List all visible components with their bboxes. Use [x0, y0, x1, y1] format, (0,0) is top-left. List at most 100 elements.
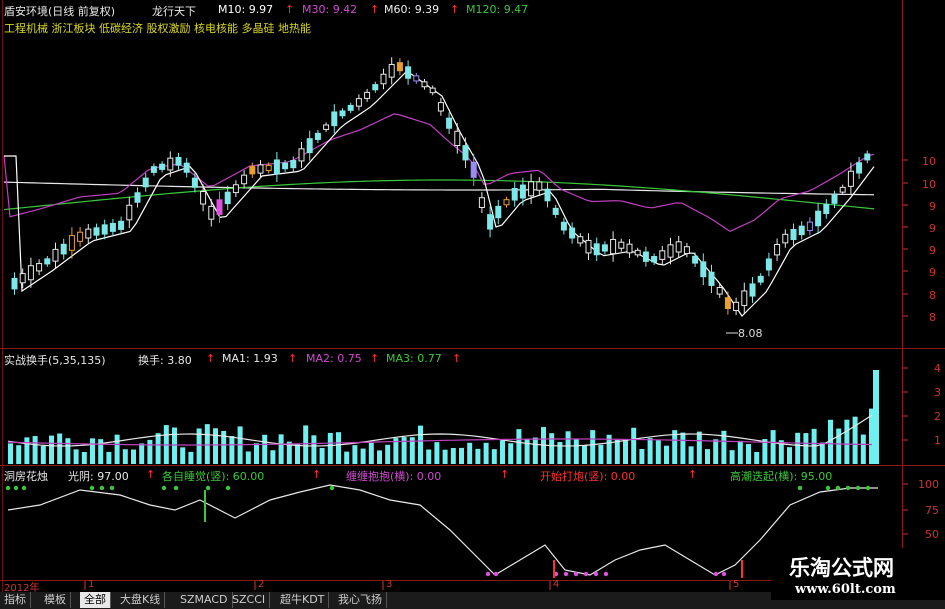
candle-body — [667, 244, 674, 258]
candle-body — [618, 241, 625, 249]
candle-body — [741, 290, 748, 306]
candle-body — [700, 261, 707, 278]
volume-bar — [385, 444, 391, 464]
candle-body — [839, 186, 846, 193]
candle-body — [528, 181, 535, 197]
candle-body — [610, 238, 617, 255]
candle-body — [593, 243, 600, 256]
volume-bar — [483, 442, 489, 464]
volume-bar — [491, 449, 497, 464]
candle-body — [601, 244, 608, 252]
volume-axis-label: 3 — [934, 386, 941, 399]
gaochaodieqi-value: 高潮迭起(横): 95.00 — [730, 470, 833, 483]
price-chart[interactable] — [0, 0, 945, 609]
volume-bar — [582, 444, 587, 464]
signal-dot — [161, 485, 167, 491]
signal-dot — [205, 485, 211, 491]
volume-bar — [188, 451, 194, 464]
concept-tags: 工程机械 浙江板块 低碳经济 股权激励 核电核能 多晶硅 地热能 — [4, 22, 311, 35]
volume-bar — [122, 449, 128, 464]
low-price-label: 8.08 — [738, 327, 763, 340]
signal-dot — [173, 485, 179, 491]
signal-dot — [845, 485, 851, 491]
candle-body — [774, 244, 781, 256]
signal-dot — [21, 485, 27, 491]
ma60-arrow-icon: ↑ — [450, 3, 460, 16]
date-axis-line — [0, 580, 902, 581]
candle-body — [347, 104, 354, 111]
date-axis-label: 1 — [88, 579, 95, 590]
ma2-arrow-icon: ↑ — [370, 352, 380, 365]
tab-index-kline[interactable]: 大盘K线 — [116, 592, 166, 608]
volume-bar — [803, 433, 809, 464]
volume-bar — [106, 451, 112, 464]
volume-bar — [475, 448, 481, 464]
tab-szmacd[interactable]: SZMACD — [176, 592, 233, 608]
volume-bar — [467, 442, 473, 464]
volume-bar — [8, 443, 13, 464]
candle-body — [651, 256, 658, 263]
candle-body — [478, 197, 485, 208]
volume-bar — [131, 449, 136, 464]
tab-indicator[interactable]: 指标 — [0, 592, 31, 608]
signal-dot — [13, 485, 19, 491]
stock-title: 盾安环境(日线 前复权) — [4, 5, 116, 18]
volume-bar — [368, 442, 374, 464]
candle-body — [101, 224, 108, 235]
left-border — [2, 0, 3, 592]
tab-woxinfeiyang[interactable]: 我心飞扬 — [334, 592, 387, 608]
signal-dot — [5, 485, 11, 491]
signal-dot — [109, 485, 115, 491]
candle-body — [823, 203, 830, 214]
candle-body — [462, 145, 469, 161]
volume-bar — [139, 443, 145, 464]
tab-szcci[interactable]: SZCCI — [228, 592, 271, 608]
ma3-value: MA3: 0.77 — [386, 352, 442, 365]
signal-dot — [721, 571, 727, 577]
volume-axis-label: 1 — [934, 434, 941, 447]
volume-bar — [508, 443, 514, 464]
volume-bar — [377, 450, 382, 464]
volume-bar — [672, 430, 678, 464]
candle-body — [552, 207, 559, 215]
tab-template[interactable]: 模板 — [40, 592, 71, 608]
candle-body — [306, 138, 313, 154]
candle-body — [159, 163, 166, 170]
tab-all[interactable]: 全部 — [80, 592, 111, 608]
tab-kdt[interactable]: 超牛KDT — [276, 592, 330, 608]
candle-body — [470, 161, 477, 178]
volume-bar — [352, 445, 358, 464]
signal-dot — [573, 571, 579, 577]
signal-dot — [99, 485, 105, 491]
volume-bar — [213, 428, 218, 464]
date-axis-label: 3 — [386, 579, 393, 590]
volume-bar — [819, 442, 825, 464]
volume-bar — [418, 425, 423, 464]
candle-body — [93, 227, 100, 236]
ma2-value: MA2: 0.75 — [306, 352, 362, 365]
candle-body — [659, 250, 666, 260]
candle-body — [536, 181, 543, 191]
volume-bar — [344, 451, 350, 464]
candle-body — [36, 263, 43, 272]
signal-dot — [493, 571, 499, 577]
volume-bar — [278, 434, 284, 464]
volume-bar — [114, 434, 120, 464]
volume-bar — [590, 430, 596, 464]
candle-body — [150, 166, 157, 173]
candle-body — [339, 110, 346, 117]
candle-body — [437, 102, 444, 112]
candle-body — [585, 239, 592, 254]
volume-bar — [549, 433, 555, 464]
turnover-arrow-icon: ↑ — [206, 352, 216, 365]
candle-body — [569, 227, 576, 239]
signal-dot — [329, 485, 335, 491]
kaishidapao-arrow-icon: ↑ — [688, 468, 698, 481]
volume-bar — [532, 437, 538, 464]
candle-body — [85, 228, 92, 239]
price-axis-line — [902, 0, 903, 592]
price-axis-label: 10 — [922, 155, 936, 168]
candle-body — [782, 233, 789, 244]
candle-body — [519, 184, 526, 199]
volume-bar — [254, 443, 259, 464]
